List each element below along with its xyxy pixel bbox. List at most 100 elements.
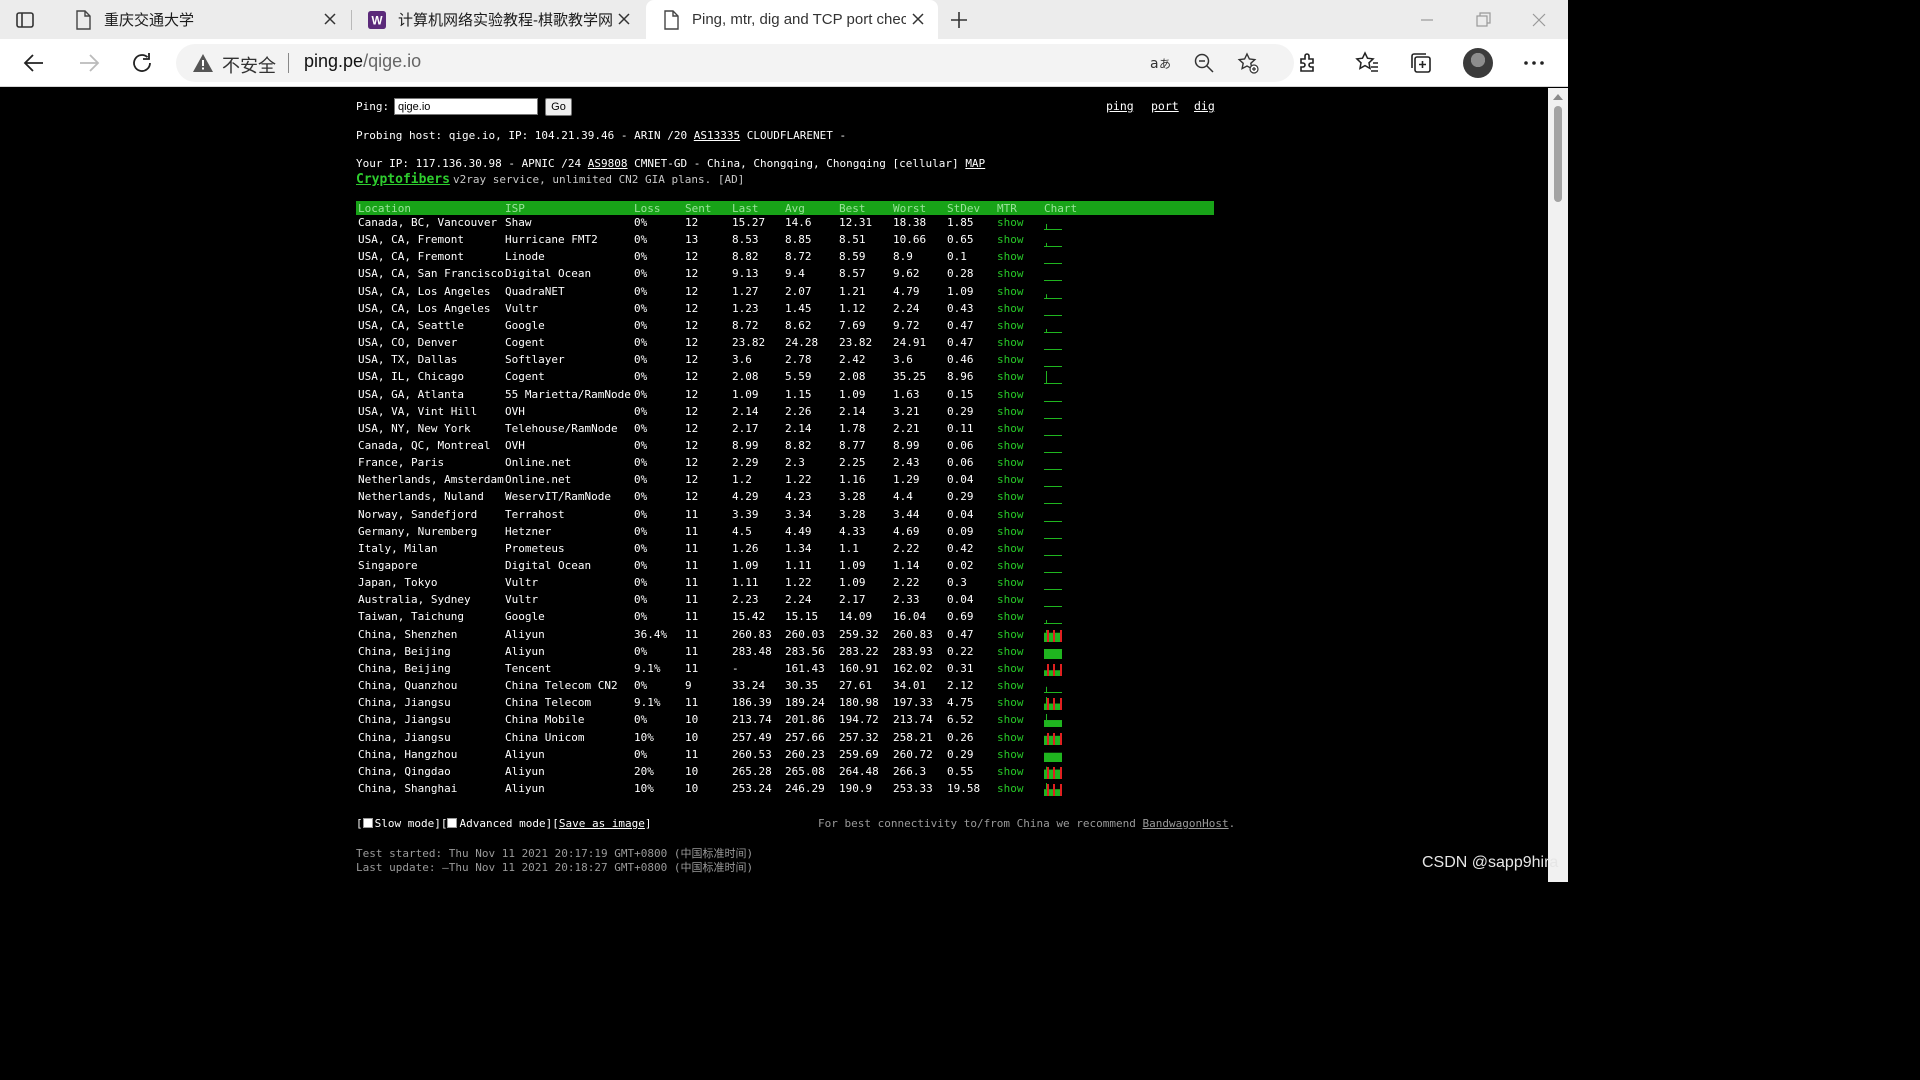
profile-avatar[interactable]	[1463, 48, 1493, 78]
cell-stdev: 0.47	[947, 318, 974, 332]
mtr-show-link[interactable]: show	[997, 782, 1024, 795]
extensions-icon[interactable]	[1295, 50, 1321, 76]
mtr-show-link[interactable]: show	[997, 473, 1024, 486]
cell-avg: 8.85	[785, 233, 812, 247]
scroll-thumb[interactable]	[1554, 106, 1562, 202]
sparkline-spike	[1046, 223, 1047, 229]
mtr-show-link[interactable]: show	[997, 679, 1024, 692]
cell-sent: 12	[685, 284, 699, 298]
cell-avg: 1.22	[785, 473, 812, 487]
slow-mode-checkbox[interactable]	[362, 818, 373, 828]
minimize-icon[interactable]	[1416, 9, 1438, 31]
cell-sent: 12	[685, 473, 699, 487]
ad-link[interactable]: Cryptofibers	[356, 172, 450, 187]
cell-last: 4.5	[732, 524, 752, 538]
mtr-show-link[interactable]: show	[997, 267, 1024, 280]
mtr-show-link[interactable]: show	[997, 525, 1024, 538]
mtr-show-link[interactable]: show	[997, 662, 1024, 675]
mtr-show-link[interactable]: show	[997, 405, 1024, 418]
mtr-show-link[interactable]: show	[997, 490, 1024, 503]
warning-icon[interactable]	[192, 53, 214, 73]
close-window-icon[interactable]	[1528, 9, 1550, 31]
scroll-up-icon[interactable]	[1553, 94, 1563, 100]
bandwagonhost-link[interactable]: BandwagonHost	[1143, 817, 1229, 830]
sparkline-loss-mark	[1047, 698, 1049, 711]
nav-port-link[interactable]: port	[1151, 99, 1179, 113]
cell-best: 160.91	[839, 661, 879, 675]
mtr-show-link[interactable]: show	[997, 559, 1024, 572]
mtr-show-link[interactable]: show	[997, 542, 1024, 555]
cell-stdev: 0.04	[947, 473, 974, 487]
new-tab-icon[interactable]	[947, 8, 971, 32]
mtr-show-link[interactable]: show	[997, 319, 1024, 332]
go-button[interactable]: Go	[545, 98, 572, 116]
tab-actions-icon[interactable]	[14, 9, 36, 31]
address-bar[interactable]: 不安全 ping.pe/qige.io aあ	[176, 44, 1294, 82]
mtr-show-link[interactable]: show	[997, 696, 1024, 709]
sparkline-bar	[1044, 366, 1062, 368]
sparkline-loss-mark	[1047, 663, 1049, 676]
cell-sent: 12	[685, 336, 699, 350]
asn-link[interactable]: AS13335	[694, 129, 740, 142]
more-menu-icon[interactable]	[1521, 50, 1547, 76]
forward-icon[interactable]	[76, 50, 102, 76]
cell-location: China, Shanghai	[358, 781, 458, 795]
vertical-scrollbar[interactable]	[1548, 88, 1568, 882]
your-asn-link[interactable]: AS9808	[588, 157, 628, 170]
map-link[interactable]: MAP	[965, 157, 985, 170]
restore-icon[interactable]	[1472, 9, 1494, 31]
nav-ping-link[interactable]: ping	[1106, 99, 1134, 113]
mtr-show-link[interactable]: show	[997, 250, 1024, 263]
mtr-show-link[interactable]: show	[997, 233, 1024, 246]
mtr-show-link[interactable]: show	[997, 216, 1024, 229]
cell-sent: 11	[685, 661, 699, 675]
mtr-show-link[interactable]: show	[997, 422, 1024, 435]
cell-last: 3.6	[732, 353, 752, 367]
mtr-show-link[interactable]: show	[997, 456, 1024, 469]
close-tab-icon[interactable]	[322, 11, 338, 27]
mtr-show-link[interactable]: show	[997, 285, 1024, 298]
cell-location: USA, IL, Chicago	[358, 370, 464, 384]
mtr-show-link[interactable]: show	[997, 336, 1024, 349]
tab-2[interactable]: W 计算机网络实验教程-棋歌教学网	[352, 0, 644, 39]
mtr-show-link[interactable]: show	[997, 593, 1024, 606]
mtr-show-link[interactable]: show	[997, 765, 1024, 778]
mtr-show-link[interactable]: show	[997, 645, 1024, 658]
mtr-show-link[interactable]: show	[997, 713, 1024, 726]
add-favorite-icon[interactable]	[1237, 52, 1259, 74]
mtr-show-link[interactable]: show	[997, 370, 1024, 383]
mtr-show-link[interactable]: show	[997, 731, 1024, 744]
back-icon[interactable]	[21, 50, 47, 76]
url-text[interactable]: ping.pe/qige.io	[304, 51, 421, 72]
favorites-icon[interactable]	[1354, 50, 1380, 76]
nav-dig-link[interactable]: dig	[1194, 99, 1215, 113]
tab-3-active[interactable]: Ping, mtr, dig and TCP port chec	[646, 0, 938, 39]
mtr-show-link[interactable]: show	[997, 439, 1024, 452]
cell-last: 8.72	[732, 318, 759, 332]
refresh-icon[interactable]	[129, 50, 155, 76]
ping-host-input[interactable]	[394, 98, 538, 115]
mtr-show-link[interactable]: show	[997, 302, 1024, 315]
mtr-show-link[interactable]: show	[997, 628, 1024, 641]
zoom-out-icon[interactable]	[1193, 52, 1215, 74]
mtr-show-link[interactable]: show	[997, 610, 1024, 623]
close-tab-icon[interactable]	[616, 11, 632, 27]
save-as-image-link[interactable]: Save as image	[559, 817, 645, 830]
latency-sparkline	[1044, 554, 1062, 556]
advanced-mode-checkbox[interactable]	[447, 818, 458, 828]
close-tab-icon[interactable]	[910, 11, 926, 27]
mtr-show-link[interactable]: show	[997, 576, 1024, 589]
mtr-show-link[interactable]: show	[997, 388, 1024, 401]
read-aloud-icon[interactable]: aあ	[1148, 52, 1170, 74]
cell-best: 283.22	[839, 644, 879, 658]
not-secure-label[interactable]: 不安全	[222, 52, 276, 78]
collections-icon[interactable]	[1408, 50, 1434, 76]
mtr-show-link[interactable]: show	[997, 508, 1024, 521]
tab-1[interactable]: 重庆交通大学	[58, 0, 350, 39]
latency-sparkline	[1044, 766, 1062, 779]
sparkline-bar	[1044, 434, 1062, 436]
mtr-show-link[interactable]: show	[997, 353, 1024, 366]
cell-sent: 11	[685, 627, 699, 641]
mtr-show-link[interactable]: show	[997, 748, 1024, 761]
cell-loss: 0%	[634, 267, 648, 281]
